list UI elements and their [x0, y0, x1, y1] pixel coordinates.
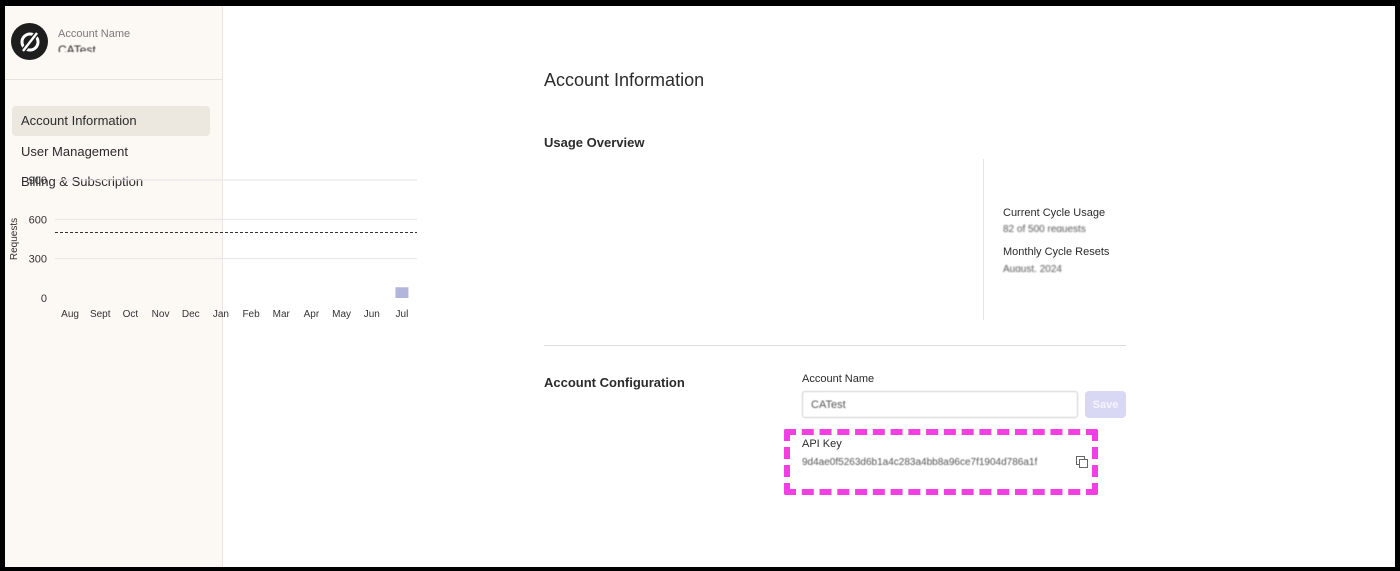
monthly-cycle-resets-label: Monthly Cycle Resets: [1003, 246, 1110, 258]
api-key-label: API Key: [802, 438, 842, 450]
usage-overview-title: Usage Overview: [544, 135, 645, 150]
section-divider: [544, 345, 1126, 346]
account-configuration-title: Account Configuration: [544, 375, 685, 390]
slashed-circle-logo-icon: [11, 23, 48, 60]
page-title: Account Information: [544, 70, 705, 90]
main-content: Account Information Usage Overview Curre…: [544, 6, 1134, 567]
account-name-value: CATest: [58, 43, 96, 54]
x-tick-label: Mar: [273, 309, 291, 320]
sidebar-nav: Account Information User Management Bill…: [12, 106, 210, 198]
account-name-field-label: Account Name: [802, 373, 875, 385]
api-key-value: 9d4ae0f5263d6b1a4c283a4bb8a96ce7f1904d78…: [802, 457, 1038, 466]
current-cycle-usage-label: Current Cycle Usage: [1003, 207, 1106, 219]
x-tick-label: May: [332, 309, 351, 320]
save-button[interactable]: Save: [1085, 391, 1126, 418]
account-name-label: Account Name: [58, 28, 131, 40]
sidebar: Account Name CATest Account Information …: [5, 6, 223, 567]
account-header: Account Name CATest: [5, 6, 223, 80]
account-name-input[interactable]: [802, 391, 1078, 418]
x-tick-label: Feb: [242, 309, 260, 320]
x-tick-label: Jun: [364, 309, 380, 320]
sidebar-item-billing-subscription[interactable]: Billing & Subscription: [12, 167, 210, 197]
current-cycle-usage-value: 82 of 500 requests: [1003, 224, 1086, 232]
sidebar-item-account-information[interactable]: Account Information: [12, 106, 210, 136]
bar: [395, 287, 409, 298]
x-tick-label: Apr: [304, 309, 320, 320]
copy-icon[interactable]: [1076, 456, 1088, 468]
sidebar-item-user-management[interactable]: User Management: [12, 137, 210, 167]
monthly-cycle-resets-value: August, 2024: [1003, 264, 1062, 272]
app-window: Account Name CATest Account Information …: [5, 6, 1395, 567]
usage-divider: [983, 159, 984, 320]
x-tick-label: Jul: [396, 309, 409, 320]
